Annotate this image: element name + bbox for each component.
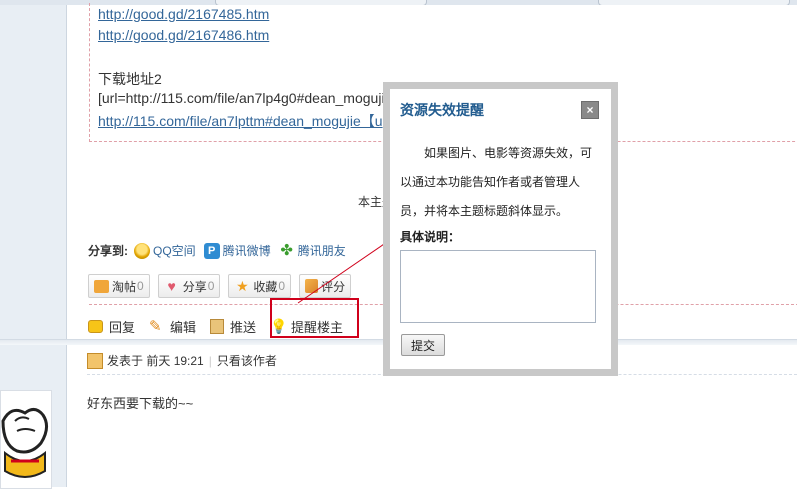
download-label: 下载地址2 — [98, 71, 162, 87]
detail-textarea[interactable] — [400, 250, 596, 323]
meta-separator: | — [208, 353, 212, 368]
rate-label: 评分 — [321, 279, 346, 294]
rate-icon — [305, 279, 319, 293]
reply-label: 回复 — [109, 320, 136, 335]
posted-label: 发表于 — [107, 354, 144, 368]
share-count: 0 — [207, 279, 215, 293]
qzone-icon — [134, 242, 150, 259]
download-link-2[interactable]: http://good.gd/2167486.htm — [98, 27, 269, 43]
reply-action[interactable]: 回复 — [88, 317, 135, 336]
posted-time: 前天 19:21 — [146, 354, 204, 368]
favorite-count: 0 — [278, 279, 286, 293]
online-status-icon — [87, 352, 103, 369]
share-qzone-label: QQ空间 — [153, 244, 196, 258]
taotie-icon — [94, 279, 109, 293]
push-icon — [210, 319, 225, 334]
taotie-label: 淘帖 — [112, 279, 137, 294]
download-link-3[interactable]: http://115.com/file/an7lpttm#dean_moguji… — [98, 111, 383, 131]
dialog-message: 如果图片、电影等资源失效，可以通过本功能告知作者或者管理人员，并将本主题标题斜体… — [400, 146, 593, 218]
taotie-count: 0 — [137, 279, 144, 293]
push-label: 推送 — [230, 320, 257, 335]
push-action[interactable]: 推送 — [210, 317, 256, 336]
reply-icon — [88, 320, 103, 333]
share-pengyou-label: 腾讯朋友 — [297, 244, 346, 258]
share-qzone[interactable]: QQ空间 — [134, 242, 196, 259]
dialog-title: 资源失效提醒 — [400, 102, 484, 118]
share-weibo-label: 腾讯微博 — [222, 244, 271, 258]
edit-label: 编辑 — [170, 320, 197, 335]
heart-icon: ♥ — [167, 278, 176, 294]
avatar[interactable] — [0, 390, 52, 489]
close-icon[interactable]: × — [581, 101, 599, 119]
download-link-1[interactable]: http://good.gd/2167485.htm — [98, 6, 269, 22]
share-label: 分享到: — [88, 244, 128, 258]
dialog-body: 资源失效提醒 × 如果图片、电影等资源失效，可以通过本功能告知作者或者管理人员，… — [390, 89, 611, 369]
share-bar: 分享到: QQ空间 P 腾讯微博 ✤ 腾讯朋友 — [88, 242, 354, 259]
post-meta: 发表于 前天 19:21 | 只看该作者 — [87, 352, 277, 369]
highlight-annotation-box — [270, 298, 359, 338]
post-body: 好东西要下载的~~ — [87, 396, 194, 411]
share-button-label: 分享 — [182, 279, 207, 294]
edit-action[interactable]: ✎ 编辑 — [149, 317, 196, 336]
share-button[interactable]: ♥ 分享 0 — [157, 274, 221, 298]
author-only-link[interactable]: 只看该作者 — [217, 352, 277, 369]
favorite-label: 收藏 — [253, 279, 278, 294]
detail-label: 具体说明： — [400, 230, 461, 244]
resource-invalid-dialog: 资源失效提醒 × 如果图片、电影等资源失效，可以通过本功能告知作者或者管理人员，… — [383, 82, 618, 376]
rate-button[interactable]: 评分 — [299, 274, 352, 298]
pencil-icon: ✎ — [149, 318, 162, 335]
taotie-button[interactable]: 淘帖 0 — [88, 274, 150, 298]
pengyou-icon: ✤ — [280, 241, 293, 259]
tencent-weibo-icon: P — [203, 242, 220, 259]
star-icon: ★ — [236, 278, 249, 294]
favorite-button[interactable]: ★ 收藏 0 — [228, 274, 292, 298]
submit-button[interactable]: 提交 — [401, 334, 445, 356]
share-tencent-weibo[interactable]: P 腾讯微博 — [203, 242, 271, 259]
post-button-row: 淘帖 0 ♥ 分享 0 ★ 收藏 0 评分 — [88, 274, 359, 298]
share-pengyou[interactable]: ✤ 腾讯朋友 — [279, 241, 346, 259]
